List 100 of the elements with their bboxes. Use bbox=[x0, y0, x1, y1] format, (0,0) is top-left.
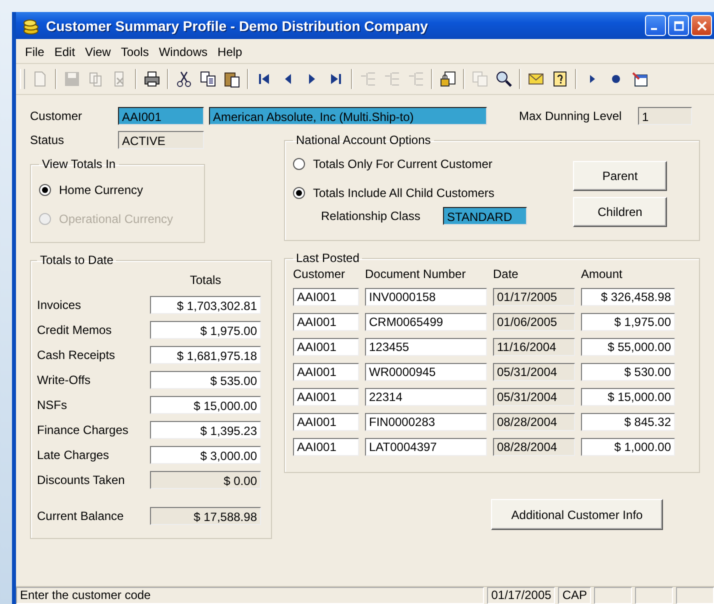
document-cell: FIN0000283 bbox=[365, 413, 487, 431]
column-header: Totals bbox=[188, 272, 222, 286]
customer-cell: AAI001 bbox=[293, 413, 359, 431]
amount-cell: $ 530.00 bbox=[581, 363, 675, 381]
total-label: Late Charges bbox=[37, 448, 110, 462]
total-label: Credit Memos bbox=[37, 322, 113, 336]
total-label: Discounts Taken bbox=[37, 472, 126, 486]
amount-cell: $ 55,000.00 bbox=[581, 338, 675, 356]
column-header: Document Number bbox=[365, 267, 467, 281]
amount-cell: $ 15,000.00 bbox=[581, 388, 675, 406]
menu-item[interactable]: View bbox=[80, 43, 116, 61]
total-amount-field[interactable]: $ 1,975.00 bbox=[150, 320, 261, 338]
push-button[interactable]: Parent bbox=[573, 161, 667, 191]
maximize-button[interactable] bbox=[668, 15, 689, 36]
menu-item[interactable]: Windows bbox=[154, 43, 213, 61]
copy-icon[interactable] bbox=[199, 70, 217, 88]
total-amount-field[interactable]: $ 15,000.00 bbox=[150, 396, 261, 414]
status-label: Status bbox=[30, 133, 66, 147]
total-amount-field[interactable]: $ 3,000.00 bbox=[150, 446, 261, 464]
max-dunning-label: Max Dunning Level bbox=[519, 109, 623, 123]
notepad-icon[interactable] bbox=[631, 70, 649, 88]
scissors-icon[interactable] bbox=[175, 70, 193, 88]
status-field: ACTIVE bbox=[118, 131, 204, 149]
minimize-icon bbox=[651, 28, 657, 30]
date-cell: 11/16/2004 bbox=[493, 338, 575, 356]
push-button[interactable]: Children bbox=[573, 197, 667, 227]
total-amount-field[interactable]: $ 1,681,975.18 bbox=[150, 346, 261, 364]
date-cell: 01/06/2005 bbox=[493, 313, 575, 331]
total-label: Invoices bbox=[37, 298, 82, 312]
group-title: National Account Options bbox=[295, 133, 432, 147]
relationship-field[interactable]: STANDARD bbox=[443, 207, 527, 225]
balance-field: $ 17,588.98 bbox=[150, 506, 261, 524]
coins-icon bbox=[22, 16, 40, 34]
minimize-button[interactable] bbox=[645, 15, 666, 36]
relationship-label: Relationship Class bbox=[321, 209, 422, 223]
customer-label: Customer bbox=[30, 109, 84, 123]
total-amount-field: $ 0.00 bbox=[150, 470, 261, 488]
total-label: Cash Receipts bbox=[37, 348, 116, 362]
group-title: View Totals In bbox=[41, 157, 117, 171]
radio-label: Operational Currency bbox=[59, 212, 174, 226]
group-title: Last Posted bbox=[295, 251, 360, 265]
group-title: Totals to Date bbox=[39, 253, 114, 267]
menu-item[interactable]: Tools bbox=[116, 43, 154, 61]
total-label: Finance Charges bbox=[37, 422, 130, 436]
caps-indicator: CAP bbox=[558, 587, 591, 604]
maximize-icon bbox=[674, 20, 684, 30]
document-cell: 123455 bbox=[365, 338, 487, 356]
status-panel bbox=[676, 587, 714, 604]
close-icon bbox=[696, 20, 706, 30]
window-title: Customer Summary Profile - Demo Distribution Company bbox=[46, 18, 429, 34]
status-date: 01/17/2005 bbox=[487, 587, 556, 604]
date-cell: 05/31/2004 bbox=[493, 363, 575, 381]
column-header: Amount bbox=[581, 267, 624, 281]
status-panel bbox=[635, 587, 673, 604]
customer-cell: AAI001 bbox=[293, 288, 359, 306]
date-cell: 05/31/2004 bbox=[493, 388, 575, 406]
radio-label: Totals Only For Current Customer bbox=[313, 156, 492, 170]
radio-label: Totals Include All Child Customers bbox=[313, 186, 494, 200]
max-dunning-field: 1 bbox=[638, 107, 692, 125]
menu-item[interactable]: File bbox=[20, 43, 50, 61]
customer-cell: AAI001 bbox=[293, 388, 359, 406]
column-header: Date bbox=[493, 267, 520, 281]
customer-cell: AAI001 bbox=[293, 363, 359, 381]
date-cell: 08/28/2004 bbox=[493, 413, 575, 431]
total-amount-field[interactable]: $ 1,703,302.81 bbox=[150, 296, 261, 314]
radio-button[interactable] bbox=[293, 186, 305, 198]
column-header: Customer bbox=[293, 267, 346, 281]
total-amount-field[interactable]: $ 535.00 bbox=[150, 370, 261, 388]
amount-cell: $ 845.32 bbox=[581, 413, 675, 431]
date-cell: 01/17/2005 bbox=[493, 288, 575, 306]
status-panel bbox=[594, 587, 632, 604]
amount-cell: $ 326,458.98 bbox=[581, 288, 675, 306]
help-icon[interactable] bbox=[551, 70, 569, 88]
document-cell: WR0000945 bbox=[365, 363, 487, 381]
document-cell: CRM0065499 bbox=[365, 313, 487, 331]
menu-item[interactable]: Edit bbox=[49, 43, 80, 61]
balance-label: Current Balance bbox=[37, 508, 125, 522]
menu-item[interactable]: Help bbox=[212, 43, 248, 61]
close-button[interactable] bbox=[691, 15, 712, 36]
padlock-page-icon[interactable] bbox=[439, 70, 457, 88]
date-cell: 08/28/2004 bbox=[493, 438, 575, 456]
customer-name-field[interactable]: American Absolute, Inc (Multi.Ship-to) bbox=[209, 107, 487, 125]
radio-label: Home Currency bbox=[59, 182, 144, 196]
radio-button[interactable] bbox=[39, 184, 51, 196]
amount-cell: $ 1,975.00 bbox=[581, 313, 675, 331]
additional-info-button[interactable]: Additional Customer Info bbox=[491, 499, 663, 530]
total-label: NSFs bbox=[37, 398, 68, 412]
total-amount-field[interactable]: $ 1,395.23 bbox=[150, 420, 261, 438]
clipboard-icon[interactable] bbox=[223, 70, 241, 88]
status-message: Enter the customer code bbox=[16, 587, 484, 604]
customer-cell: AAI001 bbox=[293, 313, 359, 331]
total-label: Write-Offs bbox=[37, 372, 92, 386]
document-cell: INV0000158 bbox=[365, 288, 487, 306]
document-cell: LAT0004397 bbox=[365, 438, 487, 456]
customer-code-field[interactable]: AAI001 bbox=[118, 107, 204, 125]
radio-button[interactable] bbox=[293, 158, 305, 170]
search-icon[interactable] bbox=[495, 70, 513, 88]
document-cell: 22314 bbox=[365, 388, 487, 406]
printer-icon[interactable] bbox=[143, 70, 161, 88]
customer-cell: AAI001 bbox=[293, 338, 359, 356]
